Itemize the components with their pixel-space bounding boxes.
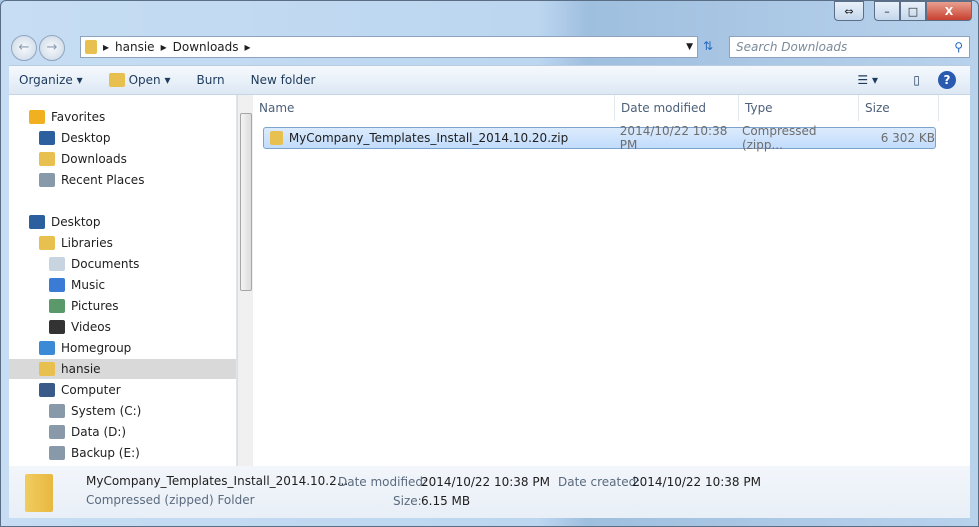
sidebar-item[interactable]: Downloads (9, 149, 236, 169)
sidebar-item[interactable]: Documents (9, 254, 236, 274)
sidebar-item[interactable]: Backup (E:) (9, 443, 236, 463)
refresh-icon[interactable]: ⇅ (703, 39, 713, 53)
sidebar-item[interactable]: Desktop (9, 212, 236, 232)
forward-button[interactable]: → (39, 35, 65, 61)
date-modified-label: Date modified: (338, 475, 428, 489)
file-name: MyCompany_Templates_Install_2014.10.20.z… (288, 131, 569, 145)
sidebar-item-label: hansie (61, 362, 101, 376)
breadcrumb-hansie[interactable]: hansie (115, 40, 155, 54)
date-created-value: 2014/10/22 10:38 PM (632, 475, 761, 489)
date-modified-value: 2014/10/22 10:38 PM (421, 475, 550, 489)
sidebar-item[interactable]: Desktop (9, 128, 236, 148)
column-type[interactable]: Type (739, 95, 859, 121)
size-value: 6.15 MB (421, 494, 471, 508)
sidebar-item[interactable]: Homegroup (9, 338, 236, 358)
address-bar[interactable]: ▸ hansie ▸ Downloads ▸ ▼ (80, 36, 698, 58)
search-input[interactable]: Search Downloads ⚲ (729, 36, 970, 58)
column-size[interactable]: Size (859, 95, 939, 121)
details-pane: MyCompany_Templates_Install_2014.10.2...… (9, 466, 970, 518)
sidebar-item[interactable]: Recent Places (9, 170, 236, 190)
sidebar-item[interactable]: Libraries (9, 233, 236, 253)
file-size: 6 302 KB (880, 131, 935, 145)
sidebar-item[interactable]: Music (9, 275, 236, 295)
sidebar-item-icon (49, 320, 65, 334)
sidebar-item-icon (49, 299, 65, 313)
zip-folder-icon (270, 131, 283, 145)
sidebar-item-icon (39, 341, 55, 355)
sidebar-item-icon (39, 152, 55, 166)
sidebar-item-icon (39, 131, 55, 145)
breadcrumb-downloads[interactable]: Downloads (173, 40, 239, 54)
sidebar-item-label: Recent Places (61, 173, 145, 187)
sidebar-item[interactable]: Pictures (9, 296, 236, 316)
details-kind: Compressed (zipped) Folder (86, 493, 255, 507)
sidebar-item-icon (49, 404, 65, 418)
search-icon[interactable]: ⚲ (954, 40, 963, 54)
sidebar-item-label: Videos (71, 320, 111, 334)
column-date-modified[interactable]: Date modified (615, 95, 739, 121)
sidebar-item[interactable]: Computer (9, 380, 236, 400)
file-date: 2014/10/22 10:38 PM (619, 124, 728, 152)
back-button[interactable]: ← (11, 35, 37, 61)
sidebar-item-label: System (C:) (71, 404, 142, 418)
sidebar-item[interactable]: hansie (9, 359, 236, 379)
file-list: Name Date modified Type Size MyCompany_T… (253, 95, 970, 466)
sidebar-item-label: Documents (71, 257, 140, 271)
caption-buttons: ⇔ – □ X (834, 1, 972, 21)
view-options-icon[interactable]: ☰ ▾ (857, 73, 878, 87)
resize-button[interactable]: ⇔ (834, 1, 864, 21)
close-button[interactable]: X (926, 1, 972, 21)
explorer-window: ⇔ – □ X ← → ▸ hansie ▸ Downloads ▸ ▼ ⇅ Sea… (0, 0, 979, 527)
maximize-button[interactable]: □ (900, 1, 926, 21)
sidebar-item-label: Favorites (51, 110, 106, 124)
new-folder-button[interactable]: New folder (251, 73, 316, 87)
sidebar-item[interactable]: Videos (9, 317, 236, 337)
date-created-label: Date created: (558, 475, 641, 489)
navigation-pane: Favorites Desktop Downloads Recent Places De… (9, 95, 237, 466)
sidebar-item-label: Backup (E:) (71, 446, 140, 460)
sidebar-item-icon (29, 110, 45, 124)
sidebar-item[interactable]: Favorites (9, 107, 236, 127)
sidebar-item[interactable]: Data (D:) (9, 422, 236, 442)
open-button[interactable]: Open ▾ (108, 73, 171, 88)
sidebar-item-label: Homegroup (61, 341, 132, 355)
sidebar-item-icon (39, 383, 55, 397)
zip-folder-large-icon (25, 474, 53, 512)
minimize-button[interactable]: – (874, 1, 900, 21)
sidebar-item-label: Desktop (51, 215, 101, 229)
scrollbar-thumb[interactable] (240, 113, 252, 291)
sidebar-item-label: Data (D:) (71, 425, 127, 439)
details-file-name: MyCompany_Templates_Install_2014.10.2... (86, 474, 349, 488)
file-type: Compressed (zipp... (741, 124, 817, 152)
sidebar-item-icon (49, 446, 65, 460)
sidebar-item-icon (49, 425, 65, 439)
open-icon (108, 73, 125, 88)
size-label: Size: (393, 494, 422, 508)
folder-icon (85, 40, 97, 54)
sidebar-item-label: Desktop (61, 131, 111, 145)
sidebar-item-icon (39, 362, 55, 376)
sidebar-item-label: Music (71, 278, 106, 292)
sidebar-item-icon (29, 215, 45, 229)
sidebar-item-icon (49, 278, 65, 292)
burn-button[interactable]: Burn (197, 73, 225, 87)
organize-button[interactable]: Organize ▾ (19, 73, 83, 87)
nav-scrollbar[interactable] (237, 95, 253, 466)
preview-pane-icon[interactable]: ▯ (913, 73, 920, 87)
sidebar-item-label: Computer (61, 383, 121, 397)
toolbar: Organize ▾ Open ▾ Burn New folder ☰ ▾ ▯ … (9, 65, 970, 95)
sidebar-item-icon (49, 257, 65, 271)
sidebar-item[interactable]: System (C:) (9, 401, 236, 421)
sidebar-item-label: Downloads (61, 152, 127, 166)
sidebar-item-icon (39, 173, 55, 187)
help-icon[interactable]: ? (938, 71, 956, 89)
file-row[interactable]: MyCompany_Templates_Install_2014.10.20.z… (263, 124, 936, 152)
sidebar-item-label: Pictures (71, 299, 119, 313)
address-dropdown-icon[interactable]: ▼ (686, 42, 693, 52)
sidebar-item-icon (39, 236, 55, 250)
sidebar-item-label: Libraries (61, 236, 113, 250)
column-name[interactable]: Name (253, 95, 615, 121)
